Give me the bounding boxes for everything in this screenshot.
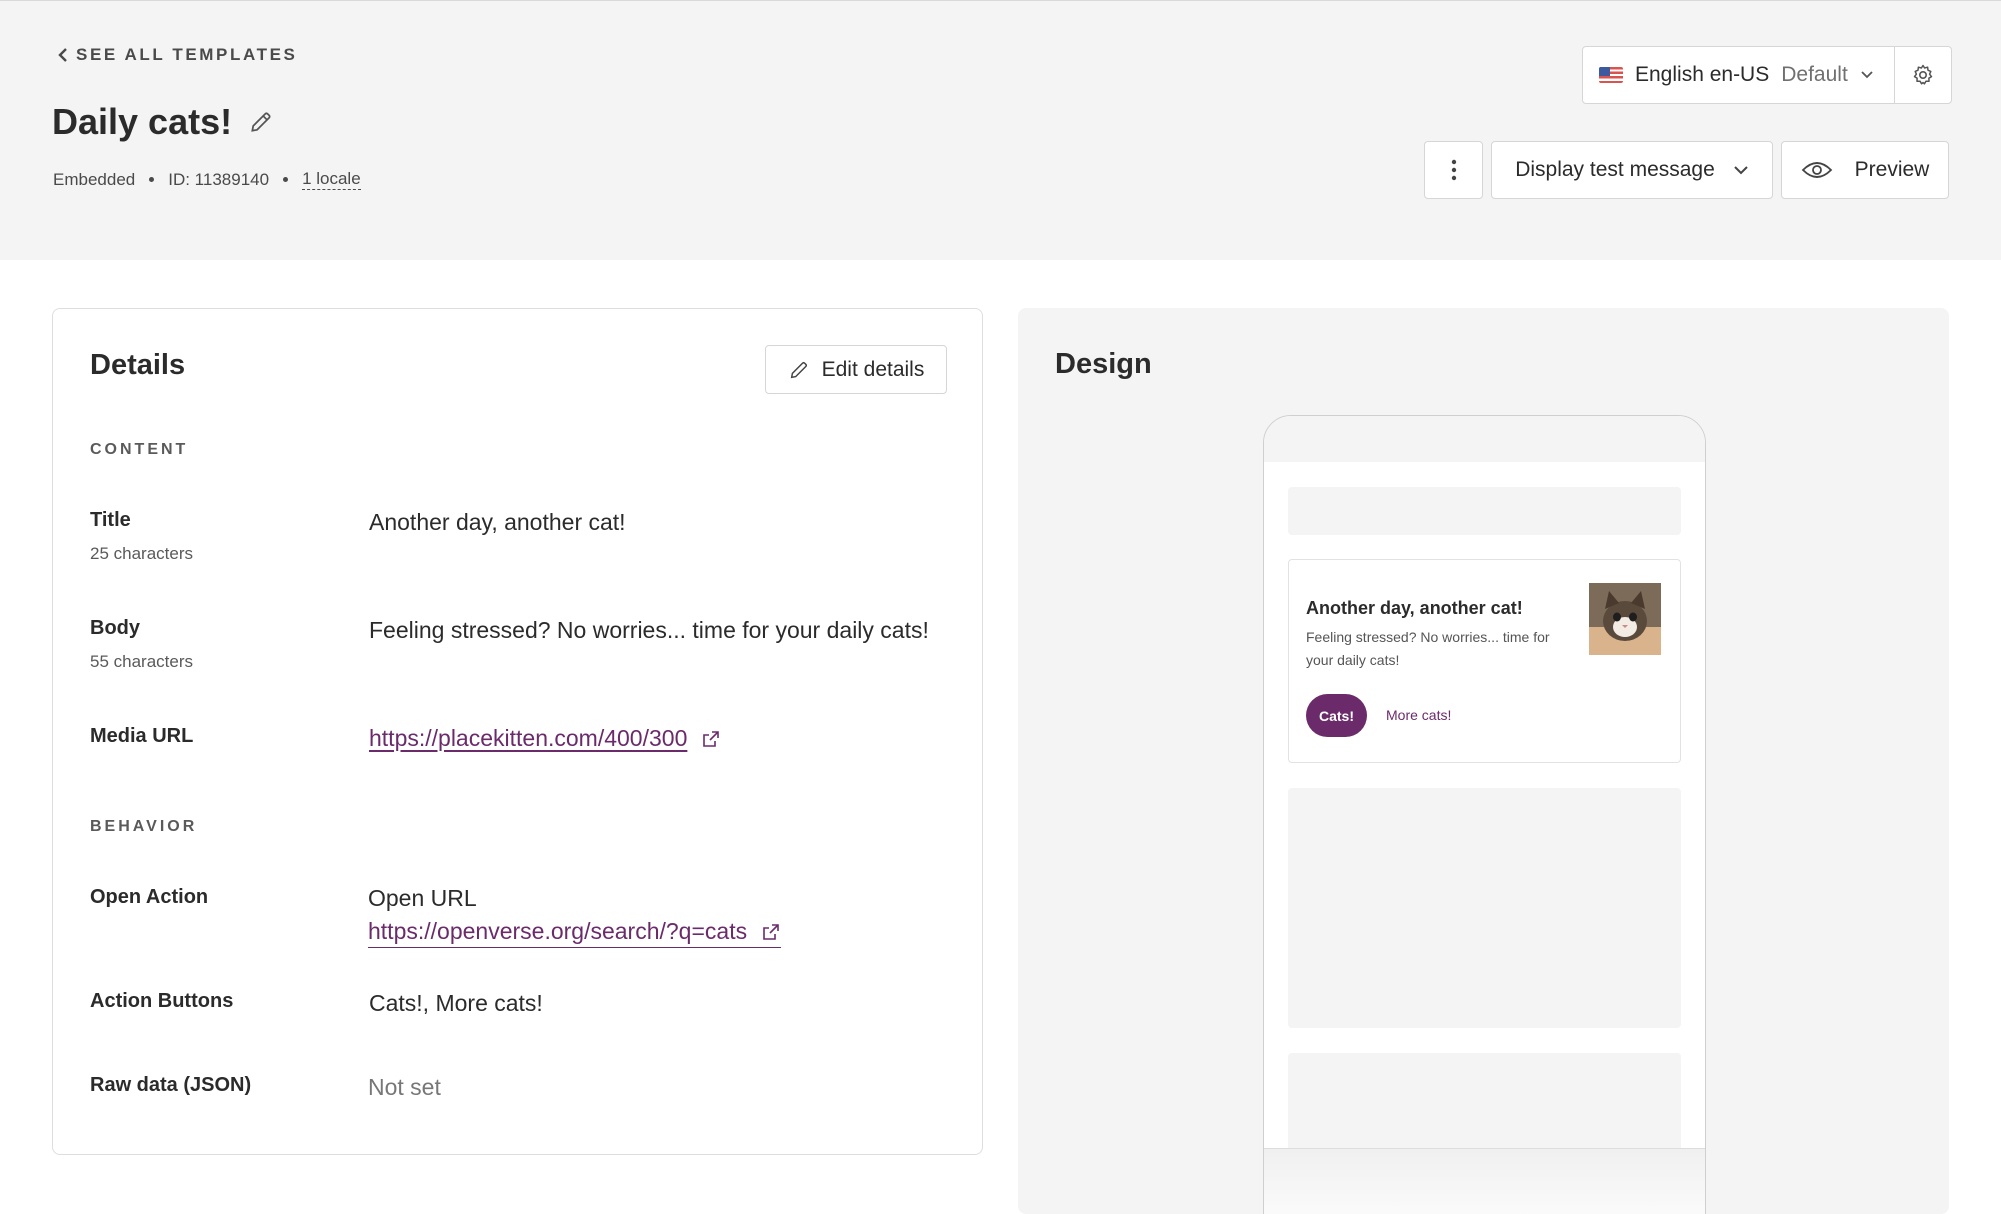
template-type: Embedded [53, 169, 136, 189]
display-test-label: Display test message [1515, 158, 1715, 181]
template-meta: Embedded ID: 11389140 1 locale [53, 169, 361, 190]
message-primary-button[interactable]: Cats! [1306, 694, 1367, 737]
open-action-label: Open Action [90, 886, 209, 908]
open-action-url-text: https://openverse.org/search/?q=cats [368, 918, 748, 944]
phone-bottom-bar [1264, 1148, 1705, 1214]
locale-count-link[interactable]: 1 locale [302, 169, 361, 190]
action-buttons-value: Cats!, More cats! [369, 990, 543, 1016]
external-link-icon [763, 923, 779, 940]
template-id: ID: 11389140 [168, 169, 270, 189]
raw-data-value: Not set [368, 1074, 441, 1100]
placeholder-block [1288, 788, 1681, 1028]
external-link-icon [703, 730, 720, 747]
chevron-down-icon [1861, 71, 1873, 79]
edit-details-label: Edit details [821, 357, 925, 381]
raw-data-label: Raw data (JSON) [90, 1074, 252, 1096]
title-char-count: 25 characters [90, 544, 193, 563]
locale-select[interactable]: English en-US Default [1582, 46, 1895, 104]
title-row: Daily cats! [52, 101, 274, 143]
pencil-icon[interactable] [248, 109, 274, 135]
kitten-image [1589, 583, 1661, 655]
preview-label: Preview [1854, 158, 1930, 181]
page-header: SEE ALL TEMPLATES Daily cats! Embedded I… [0, 0, 2001, 260]
pencil-icon [790, 361, 807, 378]
details-card: Details Edit details CONTENT Title 25 ch… [52, 308, 983, 1155]
media-url-link[interactable]: https://placekitten.com/400/300 [369, 725, 721, 752]
message-secondary-button[interactable]: More cats! [1386, 707, 1451, 723]
separator-dot [149, 177, 155, 182]
locale-default-label: Default [1781, 63, 1848, 86]
more-options-button[interactable] [1424, 141, 1483, 199]
vertical-dots-icon [1451, 159, 1456, 181]
title-field-value: Another day, another cat! [369, 509, 626, 535]
chevron-left-icon [58, 48, 67, 62]
chevron-down-icon [1734, 166, 1748, 175]
placeholder-block [1288, 487, 1681, 535]
action-buttons-label: Action Buttons [90, 990, 234, 1012]
open-action-type: Open URL [368, 885, 477, 911]
open-action-value: Open URL https://openverse.org/search/?q… [368, 885, 782, 948]
gear-icon [1913, 64, 1933, 85]
eye-icon [1801, 162, 1832, 178]
display-test-message-button[interactable]: Display test message [1491, 141, 1773, 199]
design-card: Design Another day, another cat! Feeling… [1018, 308, 1949, 1214]
embedded-message-card: Another day, another cat! Feeling stress… [1288, 559, 1681, 763]
locale-settings-button[interactable] [1894, 46, 1952, 104]
body-char-count: 55 characters [90, 652, 193, 671]
message-body: Feeling stressed? No worries... time for… [1306, 629, 1550, 668]
message-title: Another day, another cat! [1306, 598, 1523, 618]
body-field-value: Feeling stressed? No worries... time for… [369, 617, 929, 643]
content-section-label: CONTENT [90, 441, 189, 458]
see-all-templates-link[interactable]: SEE ALL TEMPLATES [56, 45, 297, 65]
details-heading: Details [90, 349, 186, 381]
title-field-label: Title [90, 509, 131, 531]
body-field-label: Body [90, 617, 140, 639]
phone-status-bar [1264, 416, 1705, 462]
locale-language: English en-US [1635, 63, 1770, 86]
us-flag-icon [1599, 67, 1623, 83]
back-link-label: SEE ALL TEMPLATES [76, 45, 298, 64]
page-title: Daily cats! [52, 101, 233, 142]
media-url-label: Media URL [90, 725, 194, 747]
edit-details-button[interactable]: Edit details [765, 345, 947, 394]
phone-preview: Another day, another cat! Feeling stress… [1263, 415, 1706, 1214]
open-action-url-link[interactable]: https://openverse.org/search/?q=cats [368, 918, 782, 948]
media-url-text: https://placekitten.com/400/300 [369, 725, 688, 751]
separator-dot [283, 177, 289, 182]
preview-button[interactable]: Preview [1781, 141, 1949, 199]
placeholder-block [1288, 1053, 1681, 1153]
design-heading: Design [1055, 348, 1152, 380]
behavior-section-label: BEHAVIOR [90, 818, 198, 835]
